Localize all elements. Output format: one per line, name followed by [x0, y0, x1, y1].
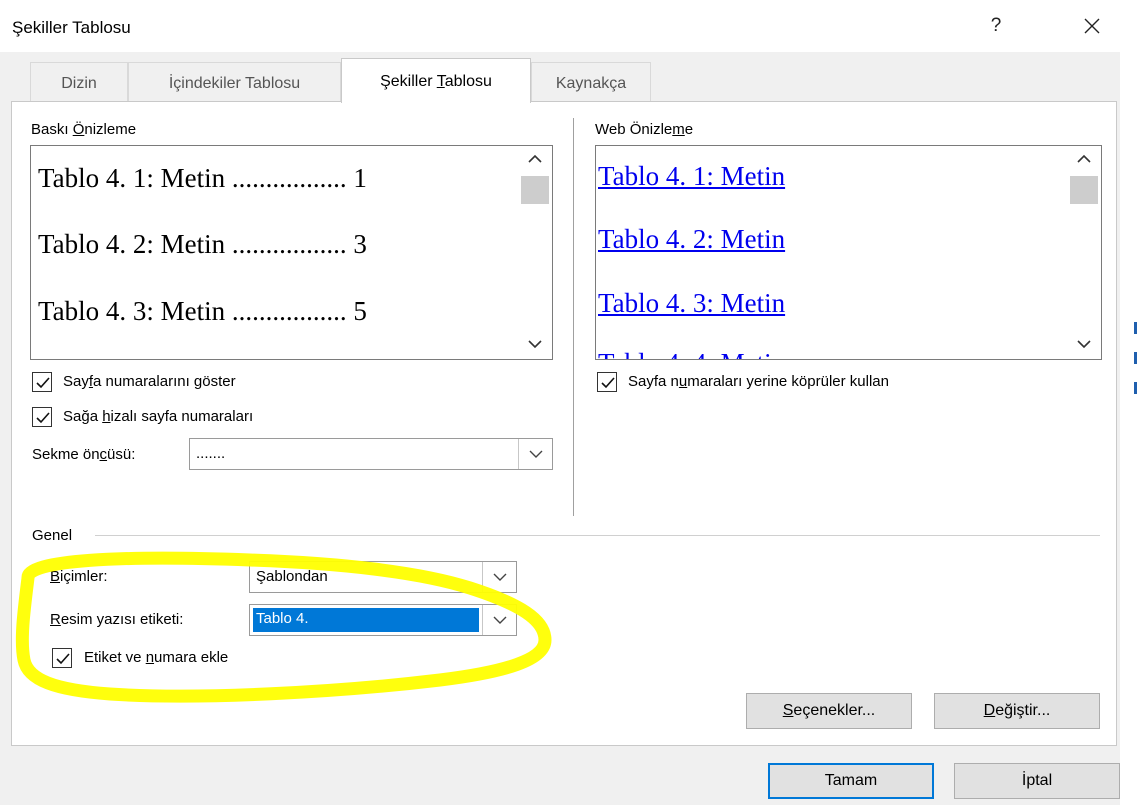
show-page-numbers-label[interactable]: Sayfa numaralarını göster — [63, 373, 236, 390]
chevron-down-icon — [493, 573, 507, 581]
scroll-thumb[interactable] — [1070, 176, 1098, 204]
general-divider — [95, 535, 1100, 536]
caption-label-dropdown-button[interactable] — [482, 605, 516, 635]
print-preview-label: Baskı Önizleme — [31, 121, 137, 138]
caption-label-select[interactable]: Tablo 4. — [249, 604, 517, 636]
web-preview-link[interactable]: Tablo 4. 2: Metin — [598, 224, 785, 255]
checkmark-icon — [601, 377, 615, 389]
scroll-down-button[interactable] — [1067, 331, 1101, 359]
tab-leader-select[interactable]: ....... — [189, 438, 553, 470]
use-hyperlinks-label[interactable]: Sayfa numaraları yerine köprüler kullan — [628, 373, 889, 390]
scroll-down-button[interactable] — [518, 331, 552, 359]
chevron-down-icon — [528, 340, 542, 349]
chevron-up-icon — [528, 154, 542, 163]
scroll-up-button[interactable] — [518, 146, 552, 174]
formats-dropdown-button[interactable] — [482, 562, 516, 592]
formats-value: Şablondan — [256, 568, 328, 585]
scroll-thumb[interactable] — [521, 176, 549, 204]
print-preview-entry: Tablo 4. 3: Metin ................. 5 — [38, 296, 367, 326]
modify-button[interactable]: Değiştir... — [934, 693, 1100, 729]
right-align-label[interactable]: Sağa hizalı sayfa numaraları — [63, 408, 253, 425]
general-section-label: Genel — [32, 527, 73, 544]
checkmark-icon — [36, 412, 50, 424]
chevron-down-icon — [493, 616, 507, 624]
column-divider — [573, 118, 574, 516]
web-preview-link[interactable]: Tablo 4. 1: Metin — [598, 161, 785, 192]
include-label-number-label[interactable]: Etiket ve numara ekle — [84, 649, 228, 666]
caption-label-label: Resim yazısı etiketi: — [50, 611, 184, 628]
print-preview-entry: Tablo 4. 2: Metin ................. 3 — [38, 229, 367, 259]
web-preview-box[interactable]: Tablo 4. 1: Metin Tablo 4. 2: Metin Tabl… — [595, 145, 1102, 360]
show-page-numbers-checkbox[interactable] — [32, 372, 52, 392]
tab-leader-value: ....... — [196, 445, 226, 462]
print-preview-entry: Tablo 4. 1: Metin ................. 1 — [38, 163, 367, 193]
scroll-up-button[interactable] — [1067, 146, 1101, 174]
chevron-down-icon — [529, 450, 543, 458]
checkmark-icon — [56, 653, 70, 665]
include-label-number-checkbox[interactable] — [52, 648, 72, 668]
web-preview-link[interactable]: Tablo 4. 3: Metin — [598, 288, 785, 319]
formats-label: Biçimler: — [50, 568, 108, 585]
tab-leader-dropdown-button[interactable] — [518, 439, 552, 469]
tab-leader-label: Sekme öncüsü: — [32, 446, 136, 463]
chevron-down-icon — [1077, 340, 1091, 349]
ok-button[interactable]: Tamam — [768, 763, 934, 799]
checkmark-icon — [36, 377, 50, 389]
chevron-up-icon — [1077, 154, 1091, 163]
options-button[interactable]: Seçenekler... — [746, 693, 912, 729]
print-preview-box[interactable]: Tablo 4. 1: Metin ................. 1 Ta… — [30, 145, 553, 360]
right-align-checkbox[interactable] — [32, 407, 52, 427]
caption-label-value: Tablo 4. — [253, 608, 479, 632]
web-preview-scrollbar[interactable] — [1067, 146, 1101, 359]
print-preview-scrollbar[interactable] — [518, 146, 552, 359]
formats-select[interactable]: Şablondan — [249, 561, 517, 593]
use-hyperlinks-checkbox[interactable] — [597, 372, 617, 392]
cancel-button[interactable]: İptal — [954, 763, 1120, 799]
web-preview-link[interactable]: Tablo 4. 4: Metin — [598, 348, 785, 359]
web-preview-label: Web Önizleme — [595, 121, 694, 138]
